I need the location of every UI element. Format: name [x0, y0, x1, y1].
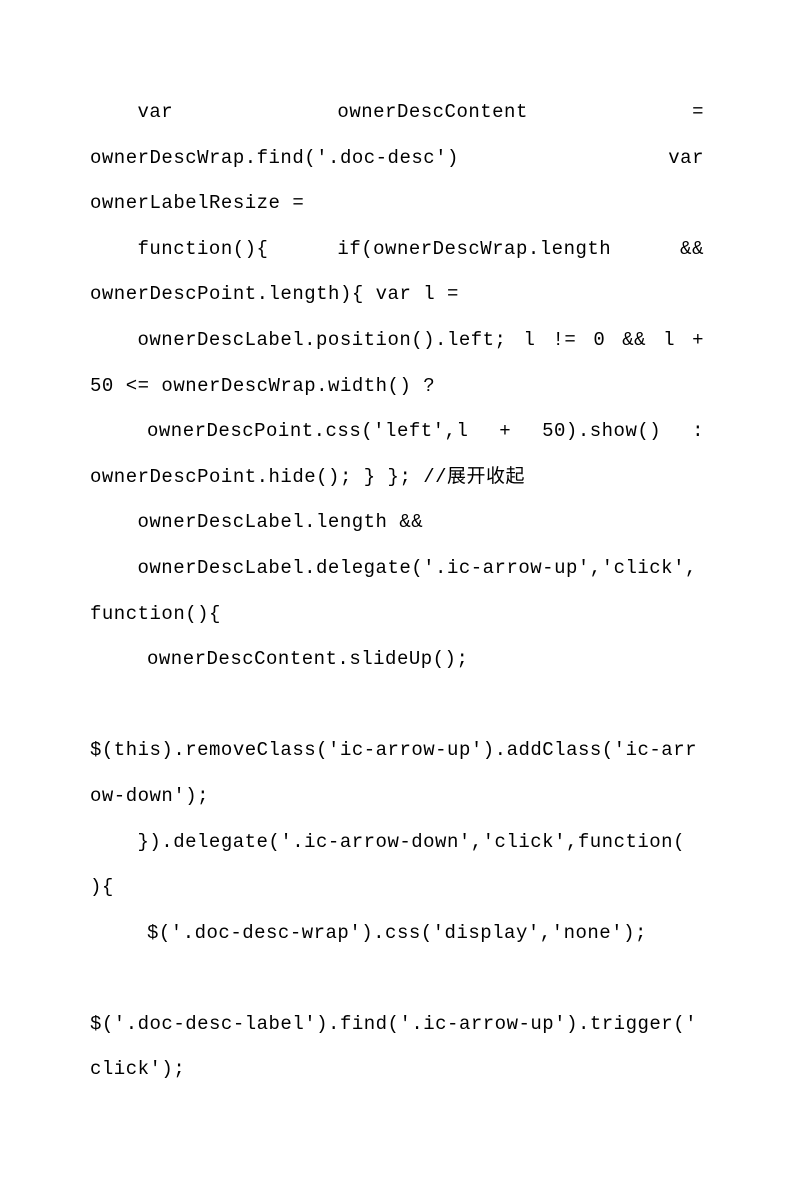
code-line	[90, 956, 704, 1002]
code-line: ownerDescWrap.find('.doc-desc') var	[90, 136, 704, 182]
code-line: ownerLabelResize =	[90, 181, 704, 227]
code-line: $(this).removeClass('ic-arrow-up').addCl…	[90, 728, 704, 774]
document-page: var ownerDescContent = ownerDescWrap.fin…	[0, 0, 794, 1183]
code-line: function(){	[90, 592, 704, 638]
code-line: ownerDescPoint.css('left',l + 50).show()…	[90, 409, 704, 455]
code-line: ownerDescLabel.delegate('.ic-arrow-up','…	[90, 546, 704, 592]
code-line: $('.doc-desc-label').find('.ic-arrow-up'…	[90, 1002, 704, 1048]
code-line: 50 <= ownerDescWrap.width() ?	[90, 364, 704, 410]
code-line: click');	[90, 1047, 704, 1093]
code-line: ownerDescPoint.length){ var l =	[90, 272, 704, 318]
code-line: function(){ if(ownerDescWrap.length &&	[90, 227, 704, 273]
code-line: ow-down');	[90, 774, 704, 820]
code-line: ){	[90, 865, 704, 911]
code-line	[90, 683, 704, 729]
code-line: ownerDescLabel.length &&	[90, 500, 704, 546]
code-line: ownerDescLabel.position().left; l != 0 &…	[90, 318, 704, 364]
code-line: var ownerDescContent =	[90, 90, 704, 136]
code-line: ownerDescContent.slideUp();	[90, 637, 704, 683]
code-line: $('.doc-desc-wrap').css('display','none'…	[90, 911, 704, 957]
code-line: ownerDescPoint.hide(); } }; //展开收起	[90, 455, 704, 501]
code-line: }).delegate('.ic-arrow-down','click',fun…	[90, 820, 704, 866]
